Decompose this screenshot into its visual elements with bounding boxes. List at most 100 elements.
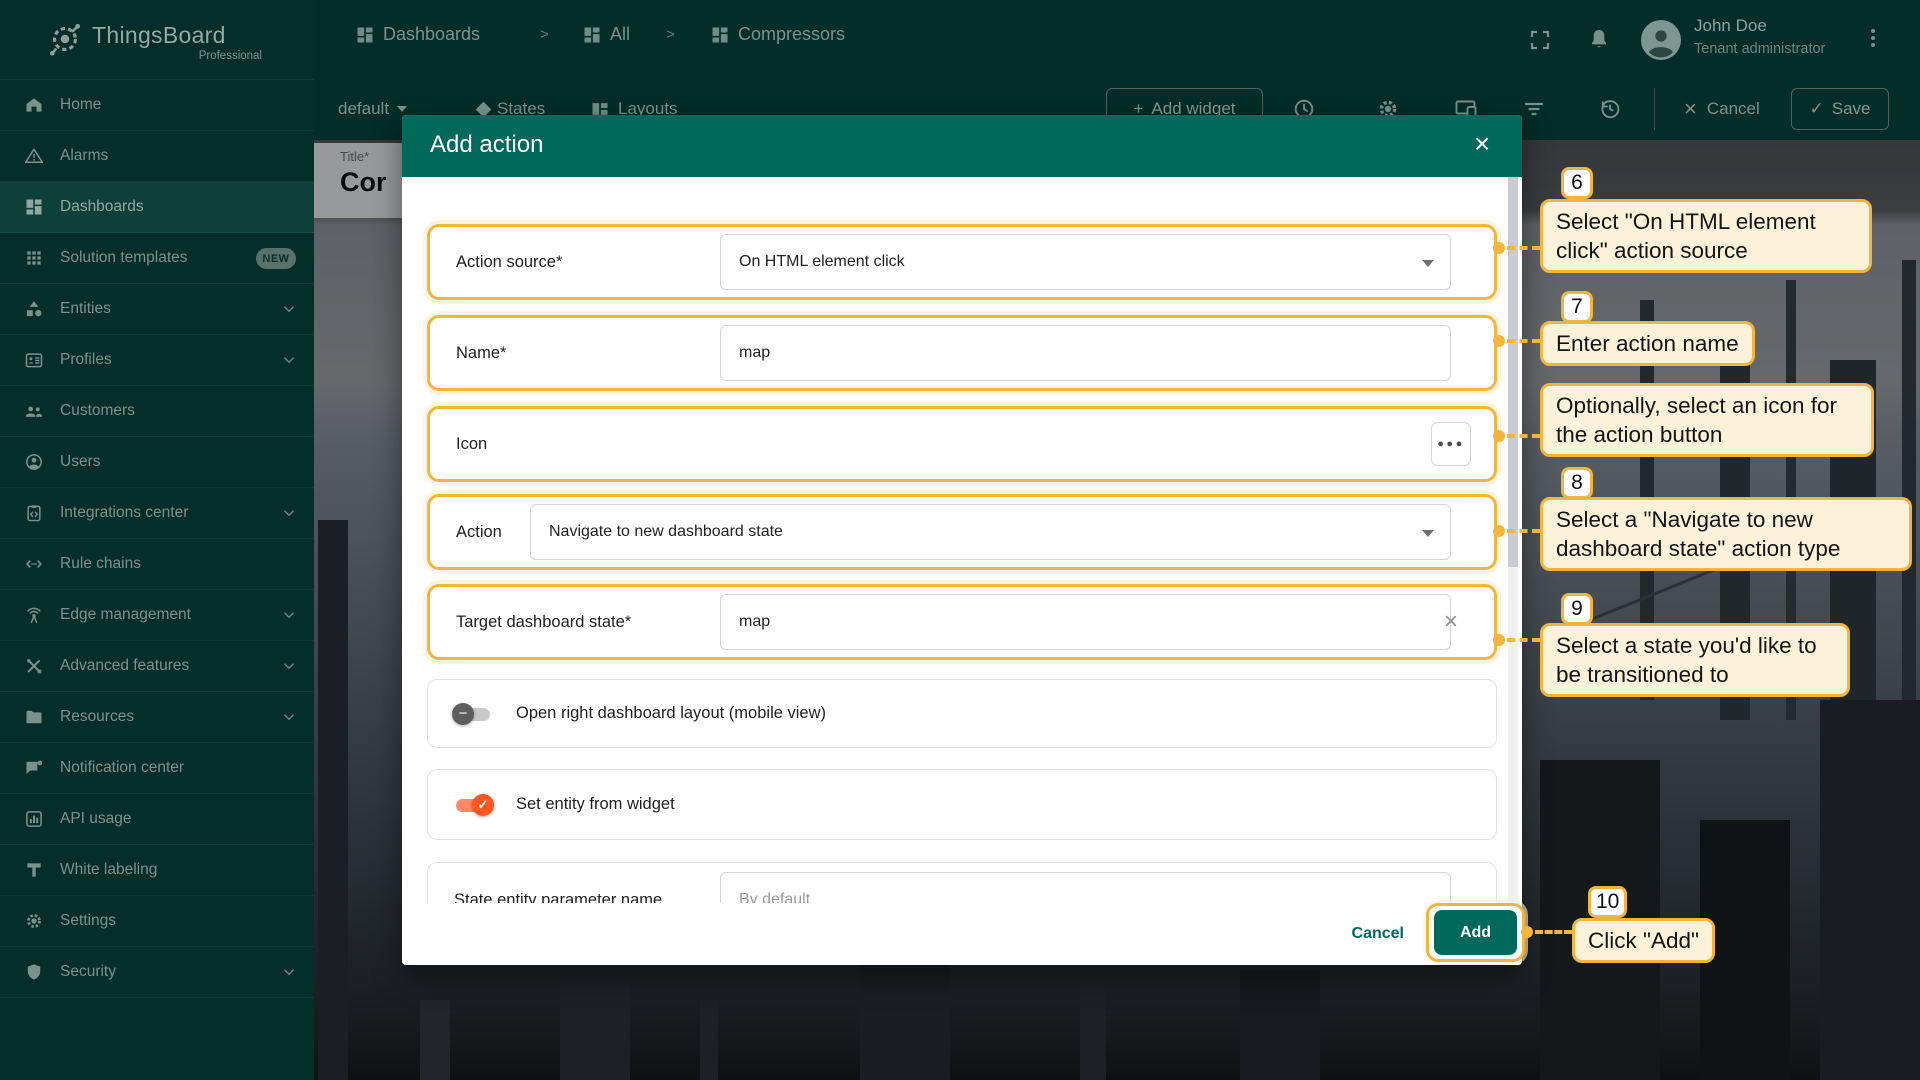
solution-templates-icon xyxy=(24,248,44,268)
state-selector-value: default xyxy=(338,99,389,119)
more-menu-icon[interactable] xyxy=(1864,26,1882,54)
dialog-body: Action source* On HTML element click Nam… xyxy=(402,177,1522,903)
structure-silhouette xyxy=(420,1000,450,1080)
icon-picker-button[interactable]: ●●● xyxy=(1431,422,1471,466)
sidebar-item-integrations-center[interactable]: Integrations center xyxy=(0,488,314,539)
fullscreen-icon[interactable] xyxy=(1528,28,1552,52)
user-name: John Doe xyxy=(1694,16,1767,36)
sidebar-item-api-usage[interactable]: API usage xyxy=(0,794,314,845)
toggle-off-minus-icon: − xyxy=(452,703,474,725)
sidebar: ThingsBoard Professional Home Alarms Das… xyxy=(0,0,314,1080)
filter-icon[interactable] xyxy=(1522,97,1546,121)
callout-name: Enter action name xyxy=(1540,321,1755,366)
step-badge-10: 10 xyxy=(1588,886,1627,918)
breadcrumb-all[interactable]: All xyxy=(582,24,630,45)
connector-dash xyxy=(1535,930,1572,934)
sidebar-item-customers[interactable]: Customers xyxy=(0,386,314,437)
state-entity-param-row: State entity parameter name xyxy=(427,862,1497,903)
sidebar-item-security[interactable]: Security xyxy=(0,947,314,998)
sidebar-item-rule-chains[interactable]: Rule chains xyxy=(0,539,314,590)
state-entity-param-input[interactable] xyxy=(720,872,1451,903)
cancel-button[interactable]: Cancel xyxy=(1352,903,1404,965)
open-right-layout-row: − Open right dashboard layout (mobile vi… xyxy=(427,679,1497,748)
sidebar-item-resources[interactable]: Resources xyxy=(0,692,314,743)
sidebar-item-settings[interactable]: Settings xyxy=(0,896,314,947)
connector-dot xyxy=(1493,242,1505,254)
api-usage-icon xyxy=(24,809,44,829)
structure-silhouette xyxy=(1080,990,1106,1080)
callout-icon: Optionally, select an icon for the actio… xyxy=(1540,383,1874,457)
person-icon xyxy=(1641,20,1681,60)
action-type-value: Navigate to new dashboard state xyxy=(549,523,783,541)
sidebar-item-users[interactable]: Users xyxy=(0,437,314,488)
thingsboard-app: Title* Cor Dashboards > All > Compressor… xyxy=(0,0,1920,1080)
target-state-row: Target dashboard state* × xyxy=(427,584,1497,660)
connector-dash xyxy=(1507,246,1540,250)
step-badge-9: 9 xyxy=(1561,593,1593,625)
customers-icon xyxy=(24,401,44,421)
alarms-icon xyxy=(24,146,44,166)
structure-silhouette xyxy=(860,960,950,1080)
step-badge-6: 6 xyxy=(1561,167,1593,199)
brand-logo[interactable]: ThingsBoard Professional xyxy=(0,0,314,79)
callout-add: Click "Add" xyxy=(1572,918,1715,963)
user-avatar[interactable] xyxy=(1641,20,1681,60)
sidebar-item-profiles[interactable]: Profiles xyxy=(0,335,314,386)
clear-icon[interactable]: × xyxy=(1444,610,1458,634)
sidebar-item-edge-management[interactable]: Edge management xyxy=(0,590,314,641)
dialog-scrollbar-thumb[interactable] xyxy=(1508,177,1518,567)
version-history-icon[interactable] xyxy=(1598,97,1622,121)
sidebar-item-notification-center[interactable]: Notification center xyxy=(0,743,314,794)
breadcrumb-label: Compressors xyxy=(738,24,845,45)
set-entity-toggle[interactable]: ✓ xyxy=(454,794,492,816)
notification-icon xyxy=(24,758,44,778)
action-type-select[interactable]: Navigate to new dashboard state xyxy=(530,504,1451,560)
security-shield-icon xyxy=(24,962,44,982)
add-button[interactable]: Add xyxy=(1434,910,1517,955)
sidebar-item-alarms[interactable]: Alarms xyxy=(0,131,314,182)
action-name-input[interactable] xyxy=(720,325,1451,381)
action-source-row: Action source* On HTML element click xyxy=(427,224,1497,300)
step-badge-7: 7 xyxy=(1561,291,1593,323)
structure-silhouette xyxy=(318,520,348,1080)
chevron-down-icon xyxy=(397,106,407,112)
chevron-down-icon xyxy=(280,504,298,522)
connector-dash xyxy=(1507,434,1540,438)
target-state-input[interactable] xyxy=(720,594,1451,650)
save-label: Save xyxy=(1832,99,1871,119)
users-icon xyxy=(24,452,44,472)
action-source-select[interactable]: On HTML element click xyxy=(720,234,1451,290)
chevron-down-icon xyxy=(280,657,298,675)
cancel-edit-button[interactable]: × Cancel xyxy=(1684,78,1760,140)
rule-chains-icon xyxy=(24,554,44,574)
white-labeling-icon xyxy=(24,860,44,880)
breadcrumb-label: Dashboards xyxy=(383,24,480,45)
sidebar-item-advanced-features[interactable]: Advanced features xyxy=(0,641,314,692)
structure-silhouette xyxy=(560,980,630,1080)
dashboards-icon xyxy=(24,197,44,217)
save-dashboard-button[interactable]: ✓ Save xyxy=(1791,88,1889,130)
sidebar-item-dashboards[interactable]: Dashboards xyxy=(0,182,314,233)
sidebar-menu: Home Alarms Dashboards Solution template… xyxy=(0,79,314,998)
action-name-row: Name* xyxy=(427,315,1497,391)
open-right-layout-toggle[interactable]: − xyxy=(454,703,492,725)
dashboard-grid-icon xyxy=(710,25,730,45)
breadcrumb-dashboards[interactable]: Dashboards xyxy=(355,24,480,45)
title-field-label: Title* xyxy=(340,149,369,164)
action-type-row: Action Navigate to new dashboard state xyxy=(427,494,1497,570)
structure-silhouette xyxy=(1240,970,1320,1080)
check-icon: ✓ xyxy=(1810,99,1824,119)
state-selector[interactable]: default xyxy=(338,78,407,140)
close-icon[interactable]: × xyxy=(1464,127,1500,163)
target-state-label: Target dashboard state* xyxy=(456,613,720,632)
chevron-down-icon xyxy=(280,708,298,726)
notifications-bell-icon[interactable] xyxy=(1587,27,1611,51)
breadcrumb-compressors[interactable]: Compressors xyxy=(710,24,845,45)
sidebar-item-entities[interactable]: Entities xyxy=(0,284,314,335)
chevron-down-icon xyxy=(280,963,298,981)
sidebar-item-solution-templates[interactable]: Solution templates NEW xyxy=(0,233,314,284)
chevron-down-icon xyxy=(1422,260,1434,267)
sidebar-item-white-labeling[interactable]: White labeling xyxy=(0,845,314,896)
sidebar-item-home[interactable]: Home xyxy=(0,80,314,131)
structure-silhouette xyxy=(1820,700,1920,1080)
